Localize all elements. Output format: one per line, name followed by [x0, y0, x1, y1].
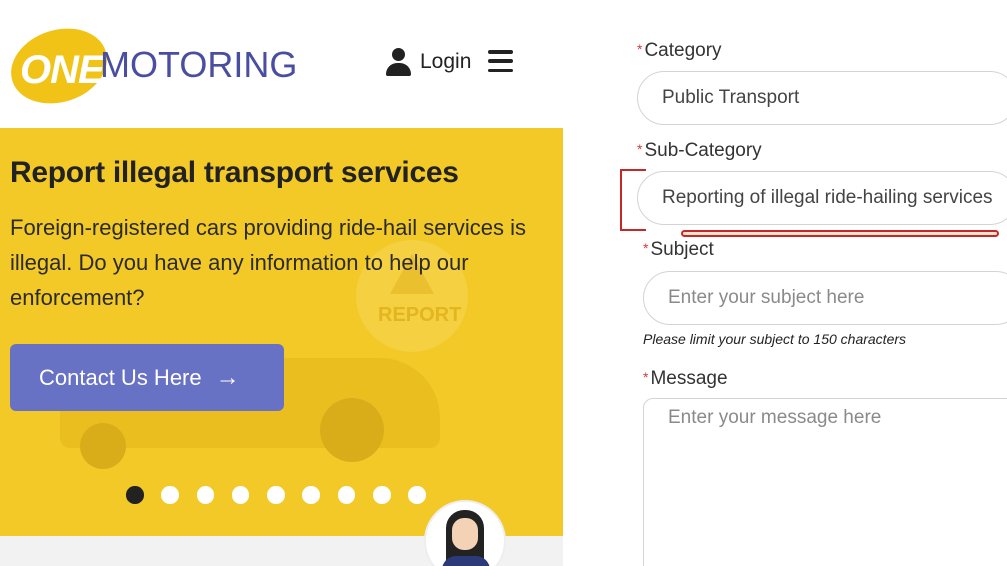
carousel-dot[interactable] — [231, 486, 250, 504]
carousel-dot[interactable] — [302, 486, 320, 504]
user-icon — [386, 48, 411, 76]
required-asterisk: * — [643, 240, 649, 256]
carousel-dot[interactable] — [408, 486, 426, 504]
required-asterisk: * — [643, 369, 649, 385]
subcategory-select[interactable]: Reporting of illegal ride-hailing servic… — [637, 171, 1007, 225]
contact-us-button[interactable]: Contact Us Here → — [10, 344, 284, 411]
message-textarea[interactable]: Enter your message here — [643, 398, 1007, 566]
logo-motoring-text: MOTORING — [100, 44, 298, 85]
carousel-dot[interactable] — [373, 486, 391, 504]
required-asterisk: * — [637, 141, 643, 157]
subject-hint: Please limit your subject to 150 charact… — [643, 331, 907, 347]
message-label: * Message — [643, 368, 728, 389]
carousel-dot[interactable] — [161, 486, 179, 504]
subject-input[interactable]: Enter your subject here — [643, 271, 1007, 325]
login-label: Login — [420, 50, 472, 73]
banner-description: Foreign-registered cars providing ride-h… — [10, 215, 526, 310]
login-button[interactable]: Login — [386, 44, 471, 80]
banner-title: Report illegal transport services — [10, 156, 459, 189]
left-panel: ONE MOTORING Login REPORT Report illegal… — [0, 0, 565, 566]
category-label: * Category — [637, 40, 722, 61]
required-asterisk: * — [637, 41, 643, 57]
carousel-dot[interactable] — [267, 486, 285, 504]
subject-label: * Subject — [643, 239, 714, 260]
annotation-bracket — [620, 169, 646, 231]
category-select[interactable]: Public Transport — [637, 71, 1007, 125]
message-placeholder: Enter your message here — [668, 407, 882, 428]
contact-us-label: Contact Us Here — [39, 364, 202, 390]
annotation-highlight-underline — [681, 230, 999, 237]
hamburger-menu-icon[interactable] — [488, 50, 513, 72]
subject-placeholder: Enter your subject here — [668, 287, 865, 308]
hero-banner: REPORT Report illegal transport services… — [0, 128, 563, 536]
onemotoring-logo[interactable]: ONE MOTORING — [1, 16, 298, 116]
category-value: Public Transport — [662, 87, 800, 108]
subcategory-label: * Sub-Category — [637, 140, 762, 161]
carousel-dot[interactable] — [337, 486, 356, 504]
arrow-right-icon: → — [215, 363, 240, 391]
carousel-dot[interactable] — [126, 486, 144, 504]
carousel-dot[interactable] — [196, 486, 215, 504]
carousel-dots — [126, 486, 426, 504]
logo-one-text: ONE — [20, 48, 105, 92]
subcategory-value: Reporting of illegal ride-hailing servic… — [662, 187, 993, 208]
feedback-form: * Category Public Transport * Sub-Category… — [565, 0, 1007, 566]
